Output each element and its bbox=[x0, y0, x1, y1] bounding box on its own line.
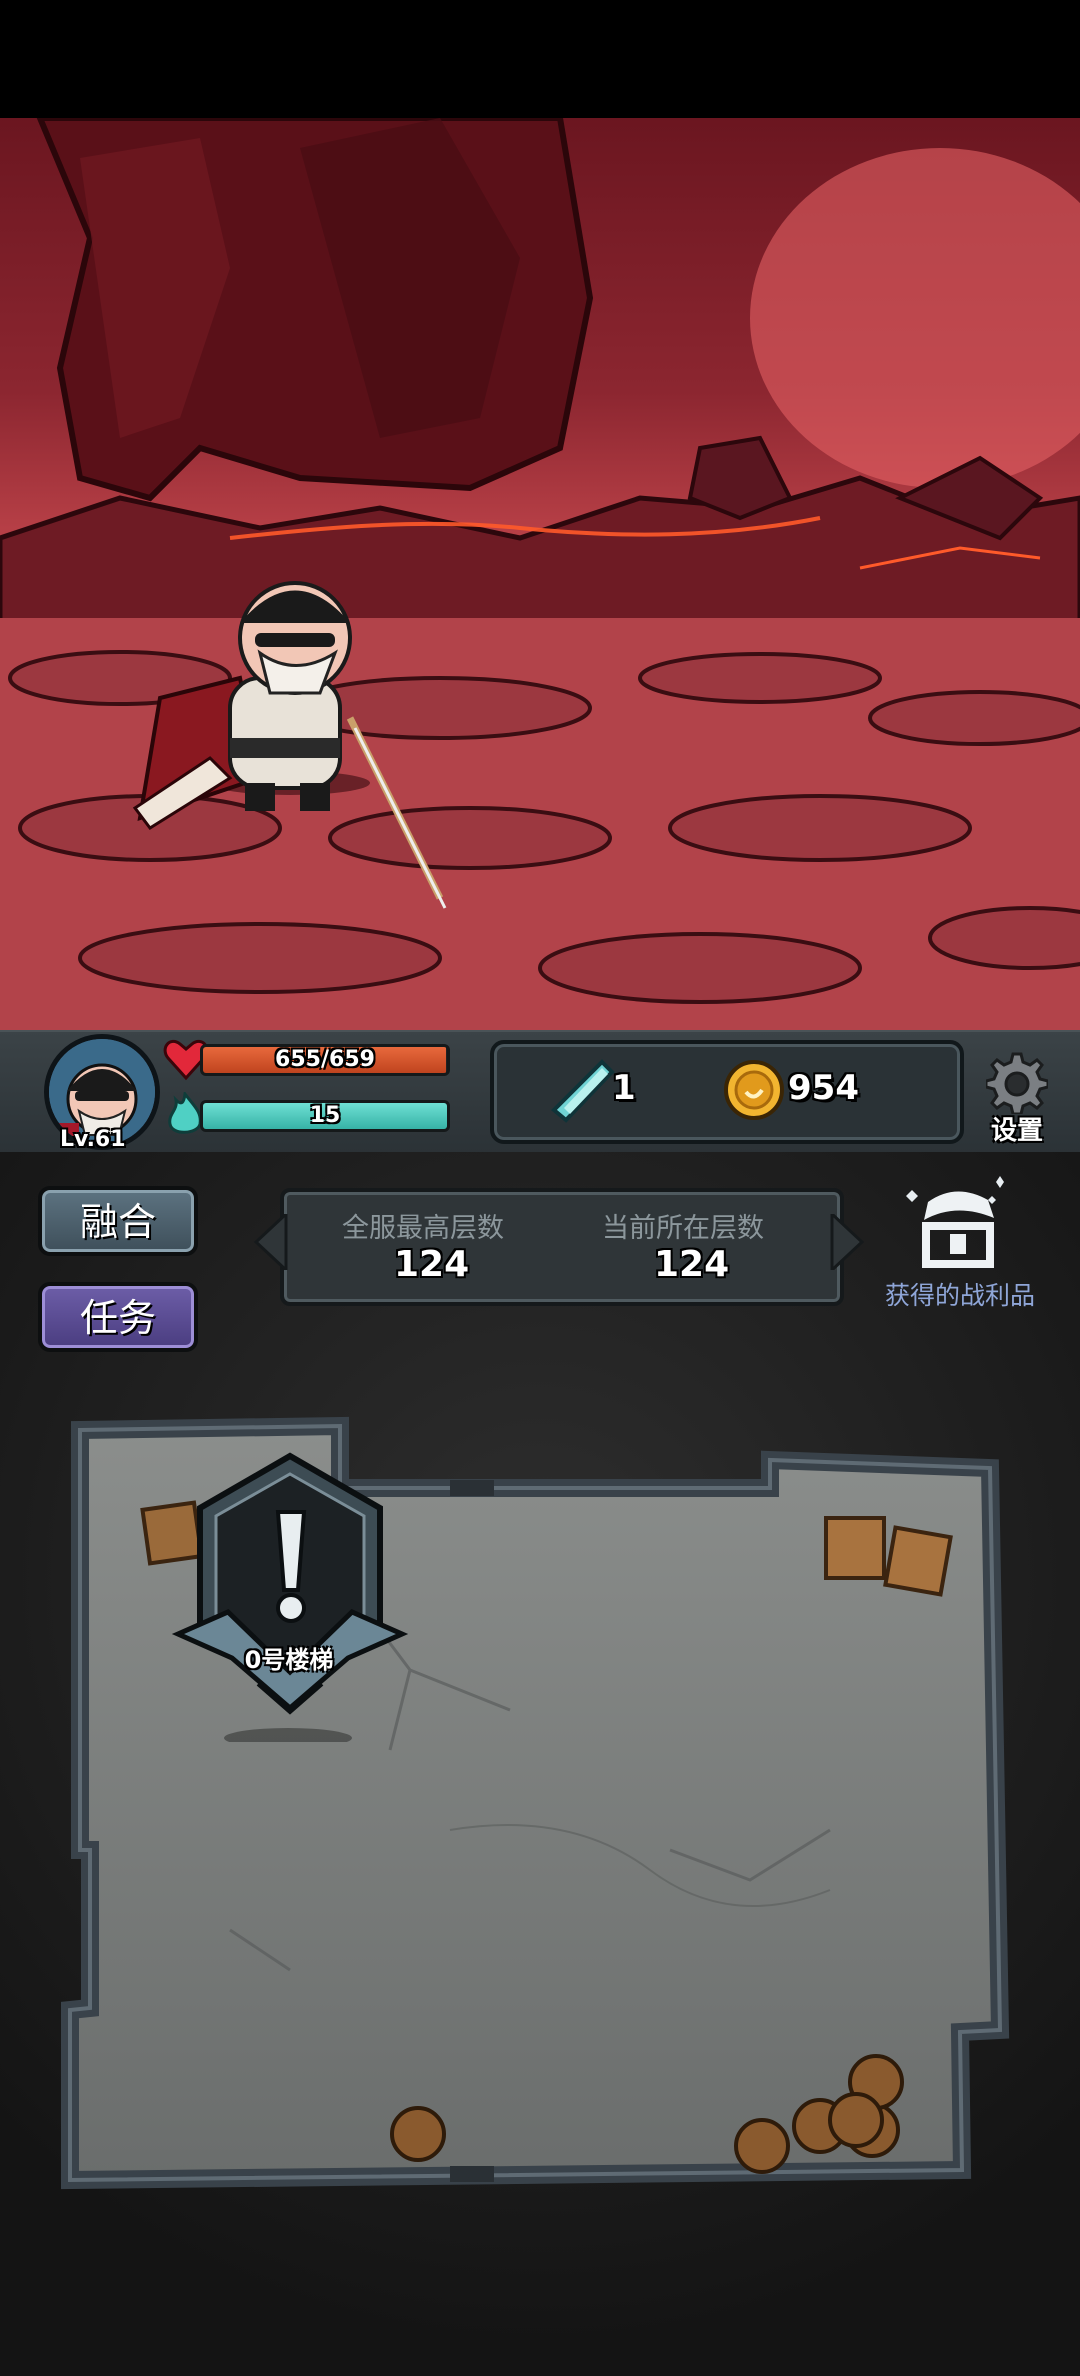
server-best-floor-value: 124 bbox=[394, 1244, 470, 1285]
crystal-icon bbox=[551, 1059, 615, 1123]
battle-scene bbox=[0, 118, 1080, 1030]
current-floor-label: 当前所在层数 bbox=[602, 1213, 764, 1244]
treasure-chest-icon bbox=[906, 1176, 1004, 1268]
player-level: Lv.61 bbox=[60, 1127, 126, 1152]
gold-count: 954 bbox=[788, 1068, 859, 1108]
crystal-count: 1 bbox=[612, 1068, 636, 1108]
stair-label: 0号楼梯 bbox=[244, 1646, 334, 1674]
stair-marker[interactable] bbox=[168, 1452, 412, 1742]
resource-panel: 1 954 bbox=[490, 1040, 964, 1144]
gear-icon bbox=[986, 1052, 1048, 1114]
server-best-floor-label: 全服最高层数 bbox=[342, 1213, 504, 1244]
current-floor-value: 124 bbox=[654, 1244, 730, 1285]
task-button[interactable]: 任务 bbox=[38, 1282, 198, 1352]
loot-button[interactable]: 获得的战利品 bbox=[880, 1172, 1040, 1312]
mp-text: 15 bbox=[309, 1103, 341, 1128]
panel-right-ornament bbox=[830, 1214, 865, 1270]
gold-coin-icon bbox=[724, 1060, 784, 1120]
panel-left-ornament bbox=[253, 1214, 288, 1270]
mp-bar: 15 bbox=[200, 1100, 450, 1132]
settings-label: 设置 bbox=[990, 1116, 1043, 1146]
hp-text: 655/659 bbox=[275, 1047, 375, 1072]
status-bar-area bbox=[0, 0, 1080, 118]
loot-label: 获得的战利品 bbox=[884, 1281, 1035, 1310]
floor-info-panel: 全服最高层数 124 当前所在层数 124 bbox=[280, 1188, 844, 1306]
fuse-button[interactable]: 融合 bbox=[38, 1186, 198, 1256]
battle-background bbox=[0, 118, 1080, 1030]
settings-button[interactable]: 设置 bbox=[980, 1052, 1054, 1146]
hp-bar: 655/659 bbox=[200, 1044, 450, 1076]
